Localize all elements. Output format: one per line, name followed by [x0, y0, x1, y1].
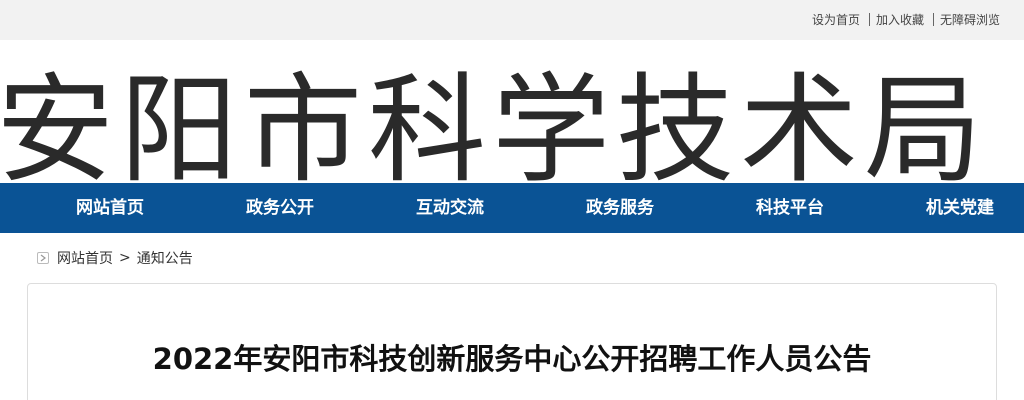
- article-panel: 2022年安阳市科技创新服务中心公开招聘工作人员公告: [27, 283, 997, 400]
- breadcrumb-home-link[interactable]: 网站首页: [57, 248, 113, 268]
- divider: [868, 13, 870, 26]
- nav-item-tech-platform[interactable]: 科技平台: [715, 183, 865, 233]
- top-links: 设为首页 加入收藏 无障碍浏览: [812, 11, 1000, 28]
- article-title: 2022年安阳市科技创新服务中心公开招聘工作人员公告: [152, 342, 872, 376]
- nav-item-interaction[interactable]: 互动交流: [375, 183, 525, 233]
- divider: [932, 13, 934, 26]
- top-utility-bar: 设为首页 加入收藏 无障碍浏览: [0, 0, 1024, 40]
- breadcrumb-current-link[interactable]: 通知公告: [137, 248, 193, 268]
- nav-item-government-affairs[interactable]: 政务公开: [205, 183, 355, 233]
- breadcrumb: 网站首页 > 通知公告: [37, 248, 193, 268]
- add-favorite-link[interactable]: 加入收藏: [876, 11, 924, 28]
- nav-item-home[interactable]: 网站首页: [35, 183, 185, 233]
- nav-item-government-services[interactable]: 政务服务: [545, 183, 695, 233]
- accessibility-link[interactable]: 无障碍浏览: [940, 11, 1000, 28]
- location-icon: [37, 252, 49, 264]
- main-nav: 网站首页 政务公开 互动交流 政务服务 科技平台 机关党建: [0, 183, 1024, 233]
- breadcrumb-separator: >: [119, 250, 131, 266]
- set-homepage-link[interactable]: 设为首页: [812, 11, 860, 28]
- site-title: 安阳市科学技术局: [0, 70, 989, 183]
- nav-item-party-building[interactable]: 机关党建: [885, 183, 1024, 233]
- site-banner: 安阳市科学技术局: [0, 40, 1024, 183]
